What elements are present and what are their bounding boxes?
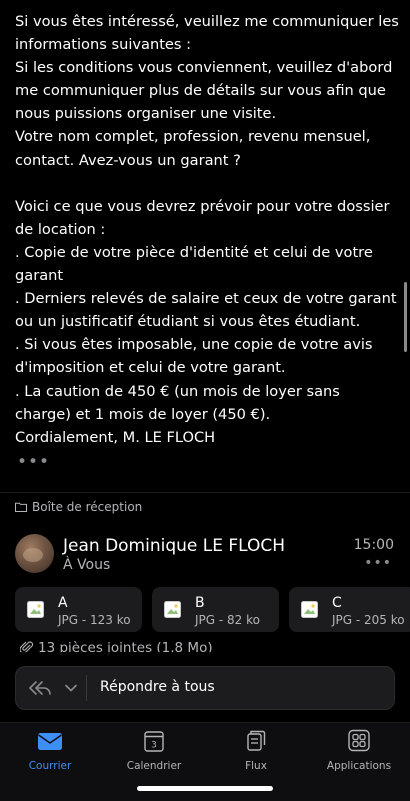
message-line: Si vous êtes intéressé, veuillez me comm…	[15, 13, 399, 54]
message-line: Si les conditions vous conviennent, veui…	[15, 59, 393, 123]
attachment-card[interactable]: A JPG - 123 ko	[15, 587, 142, 632]
apps-icon	[348, 729, 370, 752]
attachment-meta: JPG - 123 ko	[58, 613, 131, 627]
calendar-day: 3	[151, 741, 157, 751]
sender-name[interactable]: Jean Dominique LE FLOCH	[63, 536, 285, 556]
image-file-icon	[27, 601, 44, 618]
image-file-icon	[164, 601, 181, 618]
tab-courrier[interactable]: Courrier	[0, 729, 100, 772]
show-quoted-text-button[interactable]: •••	[17, 452, 50, 472]
recipient-label[interactable]: À Vous	[63, 557, 110, 573]
attachment-meta: JPG - 82 ko	[195, 613, 260, 627]
tab-flux[interactable]: Flux	[206, 729, 306, 772]
tab-label: Flux	[245, 760, 267, 772]
message-line: . Copie de votre pièce d'identité et cel…	[15, 243, 373, 285]
scrollbar[interactable]	[404, 282, 407, 352]
folder-icon	[15, 502, 27, 512]
message-line: Voici ce que vous devrez prévoir pour vo…	[15, 197, 390, 238]
message-body: Si vous êtes intéressé, veuillez me comm…	[15, 10, 400, 449]
tab-label: Courrier	[28, 760, 72, 772]
chevron-down-icon[interactable]	[65, 683, 77, 693]
reply-all-label: Répondre à tous	[100, 679, 215, 695]
attachment-name: B	[195, 595, 205, 611]
reply-all-icon	[29, 681, 51, 695]
message-time: 15:00	[353, 537, 394, 553]
feed-icon	[247, 730, 266, 751]
tab-label: Calendrier	[126, 760, 182, 772]
mail-icon	[38, 733, 62, 750]
message-line: . Si vous êtes imposable, une copie de v…	[15, 336, 373, 377]
attachment-name: C	[332, 595, 342, 611]
divider	[86, 675, 87, 701]
attachment-name: A	[58, 595, 68, 611]
folder-breadcrumb[interactable]: Boîte de réception	[0, 492, 410, 521]
image-file-icon	[301, 601, 318, 618]
attachment-meta: JPG - 205 ko	[332, 613, 405, 627]
attachment-card[interactable]: B JPG - 82 ko	[152, 587, 279, 632]
home-indicator[interactable]	[137, 786, 273, 791]
attachment-card[interactable]: C JPG - 205 ko	[289, 587, 410, 632]
calendar-icon: 3	[144, 731, 164, 752]
more-options-button[interactable]: •••	[364, 555, 392, 571]
tab-applications[interactable]: Applications	[309, 729, 409, 772]
tab-label: Applications	[326, 760, 392, 772]
avatar[interactable]	[15, 534, 54, 573]
reply-all-button[interactable]: Répondre à tous	[15, 666, 395, 710]
attachments-list: A JPG - 123 ko B JPG - 82 ko C JPG - 205…	[15, 587, 410, 632]
message-line: . Derniers relevés de salaire et ceux de…	[15, 290, 397, 331]
folder-label: Boîte de réception	[32, 500, 143, 514]
message-signature: Cordialement, M. LE FLOCH	[15, 428, 216, 446]
sender-header[interactable]: Jean Dominique LE FLOCH À Vous 15:00 •••	[0, 522, 410, 582]
message-line: Votre nom complet, profession, revenu me…	[15, 128, 371, 169]
message-line: . La caution de 450 € (un mois de loyer …	[15, 382, 340, 423]
tab-calendrier[interactable]: 3 Calendrier	[104, 729, 204, 772]
